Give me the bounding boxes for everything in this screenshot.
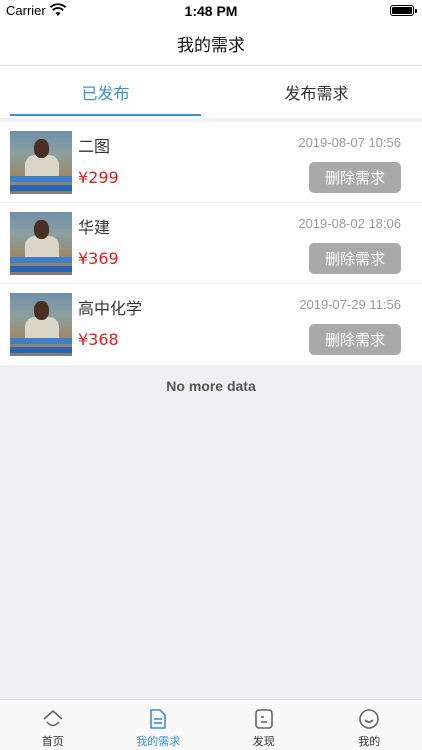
delete-request-button[interactable]: 删除需求 xyxy=(309,324,401,355)
clock: 1:48 PM xyxy=(184,3,238,19)
item-date: 2019-07-29 11:56 xyxy=(299,297,401,312)
item-thumbnail xyxy=(10,293,72,356)
request-list: 二图 ¥299 2019-08-07 10:56 删除需求 华建 ¥369 20… xyxy=(0,122,422,365)
tab-published[interactable]: 已发布 xyxy=(0,66,211,118)
item-thumbnail xyxy=(10,212,72,275)
tabbar-item-home[interactable]: 首页 xyxy=(0,700,106,750)
active-tab-indicator xyxy=(10,114,201,116)
tabbar-label-discover: 发现 xyxy=(252,735,275,748)
item-price: ¥368 xyxy=(78,330,119,349)
discover-icon xyxy=(254,709,273,729)
tab-published-label: 已发布 xyxy=(81,84,130,103)
item-price: ¥299 xyxy=(78,168,119,187)
home-icon xyxy=(43,710,63,727)
tabbar-item-me[interactable]: 我的 xyxy=(317,700,422,750)
item-title: 高中化学 xyxy=(78,299,143,318)
delete-request-button[interactable]: 删除需求 xyxy=(309,243,401,274)
item-date: 2019-08-02 18:06 xyxy=(298,216,401,231)
smile-icon xyxy=(359,709,380,729)
page-title: 我的需求 xyxy=(177,36,245,56)
document-icon xyxy=(150,709,167,729)
segment-tabs: 已发布 发布需求 xyxy=(0,66,422,118)
navigation-bar: 我的需求 xyxy=(0,22,422,66)
tabbar-label-me: 我的 xyxy=(358,735,381,748)
item-thumbnail xyxy=(10,131,72,194)
list-item[interactable]: 高中化学 ¥368 2019-07-29 11:56 删除需求 xyxy=(0,284,422,365)
no-more-data-label: No more data xyxy=(166,378,256,394)
item-date: 2019-08-07 10:56 xyxy=(298,135,401,150)
tabbar-item-discover[interactable]: 发现 xyxy=(211,700,317,750)
list-item[interactable]: 华建 ¥369 2019-08-02 18:06 删除需求 xyxy=(0,203,422,284)
tabbar-label-home: 首页 xyxy=(41,735,64,748)
delete-request-button[interactable]: 删除需求 xyxy=(309,162,401,193)
tabbar-label-my-requests: 我的需求 xyxy=(136,735,181,748)
battery-icon xyxy=(390,5,417,16)
list-item[interactable]: 二图 ¥299 2019-08-07 10:56 删除需求 xyxy=(0,122,422,203)
item-price: ¥369 xyxy=(78,249,119,268)
tab-post-request-label: 发布需求 xyxy=(284,84,349,103)
item-title: 二图 xyxy=(78,137,111,156)
tabbar-item-my-requests[interactable]: 我的需求 xyxy=(106,700,212,750)
status-bar: Carrier 1:48 PM xyxy=(0,0,422,22)
bottom-tab-bar: 首页 我的需求 发现 我的 xyxy=(0,699,422,750)
tab-post-request[interactable]: 发布需求 xyxy=(211,66,422,118)
item-title: 华建 xyxy=(78,218,111,237)
